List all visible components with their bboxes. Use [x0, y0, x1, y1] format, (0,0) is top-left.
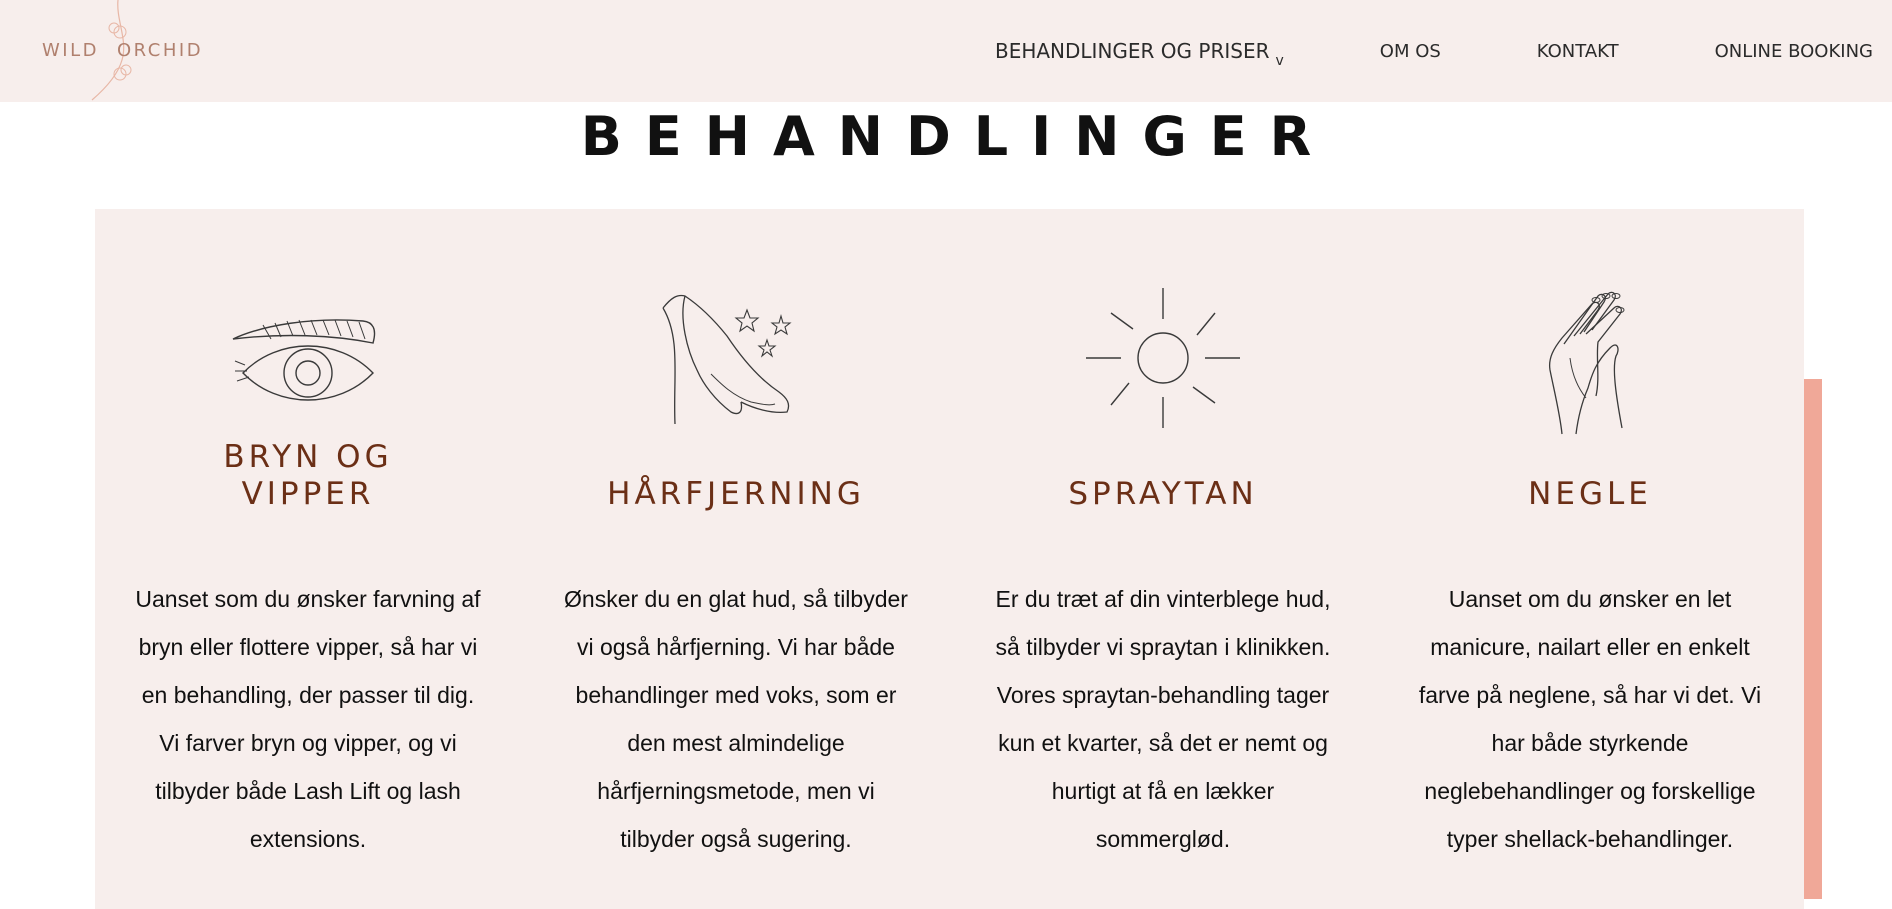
- logo-word-wild: WILD: [42, 40, 99, 61]
- logo-text: WILD ORCHID: [42, 40, 203, 61]
- logo-word-orchid: ORCHID: [117, 40, 204, 61]
- nav-item-label: ONLINE BOOKING: [1714, 40, 1873, 62]
- treatment-title: SPRAYTAN: [978, 476, 1348, 513]
- main-nav: BEHANDLINGER OG PRISER v OM OS KONTAKT O…: [994, 36, 1873, 69]
- treatment-title: HÅRFJERNING: [551, 476, 921, 513]
- treatment-title: NEGLE: [1405, 476, 1775, 513]
- treatment-description: Uanset om du ønsker en let manicure, nai…: [1418, 586, 1762, 852]
- treatment-icon-wrap: [123, 278, 493, 438]
- treatment-title: BRYN OG VIPPER: [123, 439, 493, 513]
- eye-brow-icon: [232, 319, 376, 401]
- treatment-title-line: NEGLE: [1528, 476, 1652, 512]
- treatment-description: Uanset som du ønsker farvning af bryn el…: [135, 586, 481, 852]
- treatment-description: Ønsker du en glat hud, så tilbyder vi og…: [564, 586, 908, 852]
- nav-item-label: KONTAKT: [1536, 40, 1619, 62]
- chevron-down-icon[interactable]: v: [1275, 53, 1283, 69]
- treatment-icon-wrap: [1405, 278, 1775, 438]
- site-header: WILD ORCHID BEHANDLINGER OG PRISER v OM O…: [0, 0, 1892, 102]
- nav-item-behandlinger-og-priser[interactable]: BEHANDLINGER OG PRISER v: [994, 39, 1284, 69]
- treatment-title-line: SPRAYTAN: [1068, 476, 1258, 512]
- accent-bar: [1804, 379, 1822, 899]
- nav-item-kontakt[interactable]: KONTAKT: [1537, 41, 1619, 62]
- nav-item-online-booking[interactable]: ONLINE BOOKING: [1715, 41, 1873, 62]
- treatment-description: Er du træt af din vinterblege hud, så ti…: [995, 586, 1331, 852]
- logo[interactable]: WILD ORCHID: [30, 0, 220, 102]
- treatment-title-line: HÅRFJERNING: [607, 476, 865, 512]
- nav-item-label: BEHANDLINGER OG PRISER: [994, 39, 1270, 63]
- nav-item-om-os[interactable]: OM OS: [1380, 41, 1441, 62]
- treatment-icon-wrap: [978, 278, 1348, 438]
- treatment-icon-wrap: [551, 278, 921, 438]
- treatment-title-line: BRYN OG: [223, 439, 393, 475]
- hands-icon: [1548, 291, 1625, 435]
- leg-icon: [662, 294, 792, 425]
- page-title: BEHANDLINGER: [580, 105, 1335, 168]
- nav-item-label: OM OS: [1379, 40, 1441, 62]
- treatment-title-line: VIPPER: [241, 476, 375, 512]
- sun-icon: [1086, 288, 1240, 428]
